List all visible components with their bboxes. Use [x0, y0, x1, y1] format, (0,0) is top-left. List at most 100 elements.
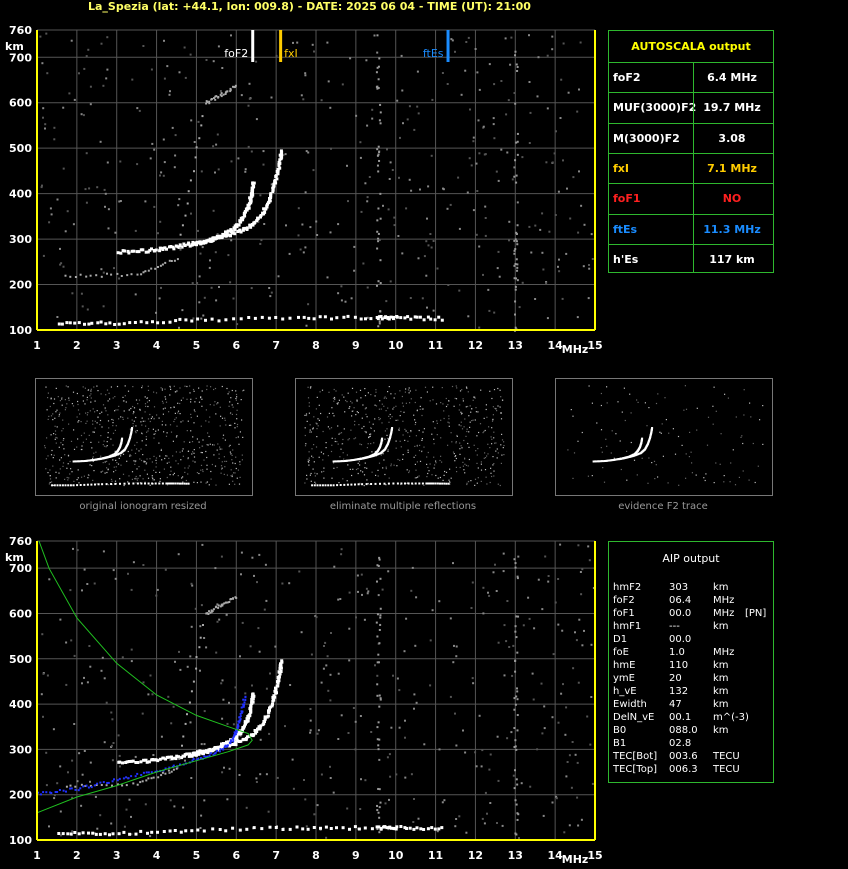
noise-dot — [588, 264, 590, 266]
noise-dot — [386, 434, 388, 436]
noise-dot — [161, 424, 163, 426]
noise-dot — [752, 442, 754, 445]
noise-dot — [499, 389, 501, 391]
noise-dot — [566, 761, 569, 763]
multiple-trace-point — [220, 92, 223, 95]
noise-dot — [145, 405, 147, 407]
noise-dot — [446, 207, 449, 210]
noise-dot — [409, 435, 411, 437]
noise-dot — [360, 397, 362, 399]
noise-dot — [101, 656, 104, 659]
aip-trace-point — [90, 786, 93, 789]
noise-dot — [225, 613, 228, 616]
noise-dot — [367, 482, 369, 485]
noise-dot — [85, 152, 88, 155]
noise-dot — [405, 617, 408, 620]
noise-dot — [441, 387, 443, 389]
noise-dot — [94, 400, 96, 402]
aip-cell: 1.0 — [669, 647, 685, 658]
noise-dot — [299, 248, 302, 251]
noise-dot — [99, 140, 102, 143]
noise-dot — [337, 425, 339, 427]
noise-dot — [555, 130, 557, 133]
es-trace-point — [224, 318, 228, 322]
noise-dot — [495, 590, 498, 592]
noise-dot — [668, 432, 670, 434]
es-trace-point — [184, 318, 188, 322]
noise-dot — [53, 138, 56, 141]
noise-dot — [95, 451, 97, 453]
noise-dot — [476, 435, 478, 437]
noise-dot — [514, 703, 517, 706]
noise-dot — [375, 389, 377, 391]
multiple-trace-point — [65, 785, 68, 788]
noise-dot — [156, 588, 159, 591]
aip-trace-point — [40, 793, 42, 796]
noise-dot — [224, 466, 226, 468]
es-trace-point — [178, 317, 182, 321]
noise-dot — [378, 806, 381, 809]
noise-dot — [395, 447, 397, 449]
noise-dot — [466, 483, 468, 486]
noise-dot — [500, 148, 503, 151]
noise-dot — [467, 465, 469, 467]
autoscala-label: MUF(3000)F2 — [613, 101, 697, 115]
noise-dot — [510, 36, 513, 39]
noise-dot — [192, 317, 195, 320]
noise-dot — [92, 456, 94, 458]
noise-dots — [40, 543, 595, 841]
noise-dot — [623, 387, 625, 389]
noise-dot — [189, 721, 192, 724]
noise-dot — [111, 718, 114, 721]
marker-label-foF2: foF2 — [224, 47, 248, 60]
f2-o-trace-point — [252, 181, 256, 185]
noise-dot — [487, 453, 489, 455]
noise-dot — [514, 248, 517, 251]
aip-trace-point — [229, 742, 232, 745]
aip-trace-point — [192, 758, 195, 760]
es-trace-point — [330, 317, 333, 321]
noise-dot — [144, 411, 146, 413]
multiple-trace-point — [217, 604, 220, 607]
noise-dot — [323, 470, 325, 472]
noise-dot — [601, 451, 603, 453]
noise-dot — [147, 418, 150, 420]
noise-dot — [78, 482, 80, 484]
noise-dot — [106, 441, 108, 443]
noise-dot — [464, 472, 466, 474]
multiple-trace-point — [179, 233, 182, 236]
noise-dot — [202, 470, 204, 473]
noise-dot — [478, 245, 481, 248]
noise-dot — [325, 447, 327, 449]
noise-dot — [172, 705, 175, 708]
noise-dot — [118, 200, 121, 203]
noise-dot — [376, 230, 379, 233]
noise-dot — [200, 464, 203, 466]
noise-dot — [514, 54, 517, 57]
aip-row: TEC[Bot] 003.6 TECU — [613, 751, 773, 764]
noise-dot — [133, 460, 135, 462]
noise-dot — [586, 715, 589, 718]
noise-dot — [329, 699, 332, 702]
noise-dot — [292, 41, 294, 44]
noise-dot — [348, 407, 350, 409]
noise-dot — [354, 420, 356, 422]
noise-dot — [681, 444, 683, 446]
es-trace-point — [370, 827, 374, 831]
noise-dot — [455, 442, 457, 444]
noise-dot — [423, 484, 425, 486]
noise-dot — [691, 472, 693, 474]
noise-dot — [432, 399, 434, 401]
y-tick-label: 500 — [9, 653, 32, 666]
noise-dot — [475, 407, 477, 409]
noise-dot — [465, 464, 467, 466]
noise-dot — [399, 440, 401, 442]
noise-dot — [537, 56, 540, 59]
noise-dot — [445, 405, 448, 408]
noise-dot — [440, 402, 442, 404]
noise-dot — [316, 428, 318, 430]
noise-dot — [78, 72, 80, 75]
noise-dot — [165, 398, 167, 400]
es-trace-point — [399, 316, 403, 320]
noise-dot — [315, 446, 318, 448]
